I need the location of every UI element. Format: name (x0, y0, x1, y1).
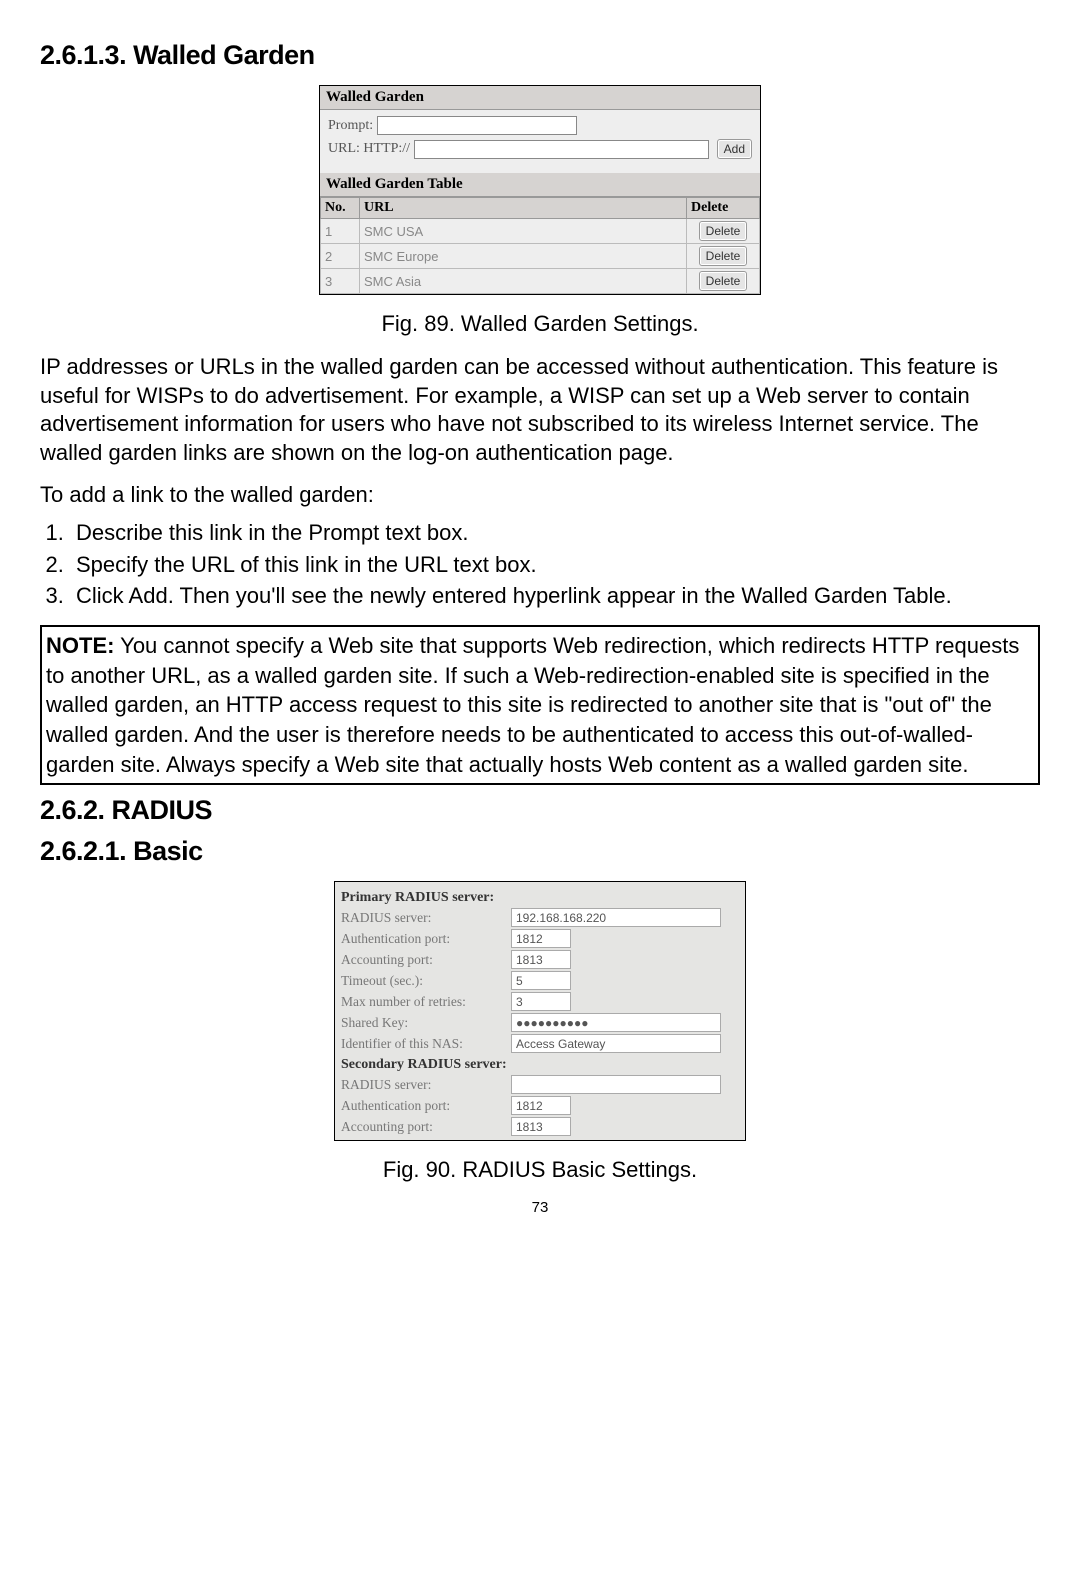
table-row: 2 SMC Europe Delete (321, 244, 760, 269)
input-primary-auth[interactable] (511, 929, 571, 948)
list-item: Click Add. Then you'll see the newly ent… (70, 581, 1040, 611)
cell-no: 1 (321, 219, 360, 244)
cell-no: 2 (321, 244, 360, 269)
secondary-server-header: Secondary RADIUS server: (341, 1057, 739, 1073)
input-primary-key[interactable] (511, 1013, 721, 1032)
note-text: You cannot specify a Web site that suppo… (46, 633, 1019, 777)
list-item: Specify the URL of this link in the URL … (70, 550, 1040, 580)
primary-server-header: Primary RADIUS server: (341, 890, 739, 906)
label-radius-server: RADIUS server: (341, 910, 511, 926)
delete-button[interactable]: Delete (699, 246, 748, 266)
note-label: NOTE: (46, 633, 114, 658)
figure-90-caption: Fig. 90. RADIUS Basic Settings. (40, 1157, 1040, 1183)
table-title: Walled Garden Table (320, 173, 760, 197)
label-auth-port-2: Authentication port: (341, 1098, 511, 1114)
cell-url: SMC Europe (360, 244, 687, 269)
url-input[interactable] (414, 140, 709, 159)
col-delete: Delete (687, 198, 760, 219)
prompt-input[interactable] (377, 116, 577, 135)
note-box: NOTE: You cannot specify a Web site that… (40, 625, 1040, 785)
label-retries: Max number of retries: (341, 994, 511, 1010)
input-primary-acct[interactable] (511, 950, 571, 969)
cell-url: SMC Asia (360, 269, 687, 294)
table-row: 3 SMC Asia Delete (321, 269, 760, 294)
label-acct-port-2: Accounting port: (341, 1119, 511, 1135)
prompt-label: Prompt: (328, 118, 373, 134)
label-timeout: Timeout (sec.): (341, 973, 511, 989)
steps-list: Describe this link in the Prompt text bo… (40, 518, 1040, 611)
input-primary-server[interactable] (511, 908, 721, 927)
figure-89-caption: Fig. 89. Walled Garden Settings. (40, 311, 1040, 337)
delete-button[interactable]: Delete (699, 271, 748, 291)
input-secondary-acct[interactable] (511, 1117, 571, 1136)
input-primary-retries[interactable] (511, 992, 571, 1011)
add-button[interactable]: Add (717, 139, 752, 159)
page-number: 73 (40, 1199, 1040, 1216)
section-heading-radius: 2.6.2. RADIUS (40, 795, 1040, 826)
figure-89-walled-garden-panel: Walled Garden Prompt: URL: HTTP:// Add W… (319, 85, 761, 295)
label-radius-server-2: RADIUS server: (341, 1077, 511, 1093)
col-url: URL (360, 198, 687, 219)
url-label: URL: HTTP:// (328, 141, 410, 157)
section-heading-walled-garden: 2.6.1.3. Walled Garden (40, 40, 1040, 71)
input-secondary-server[interactable] (511, 1075, 721, 1094)
label-auth-port: Authentication port: (341, 931, 511, 947)
section-heading-basic: 2.6.2.1. Basic (40, 836, 1040, 867)
figure-90-radius-panel: Primary RADIUS server: RADIUS server: Au… (334, 881, 746, 1141)
label-nas-id: Identifier of this NAS: (341, 1036, 511, 1052)
cell-no: 3 (321, 269, 360, 294)
cell-url: SMC USA (360, 219, 687, 244)
input-primary-timeout[interactable] (511, 971, 571, 990)
table-row: 1 SMC USA Delete (321, 219, 760, 244)
col-no: No. (321, 198, 360, 219)
label-shared-key: Shared Key: (341, 1015, 511, 1031)
label-acct-port: Accounting port: (341, 952, 511, 968)
input-primary-nasid[interactable] (511, 1034, 721, 1053)
panel-title: Walled Garden (320, 86, 760, 110)
input-secondary-auth[interactable] (511, 1096, 571, 1115)
paragraph-description: IP addresses or URLs in the walled garde… (40, 353, 1040, 467)
list-item: Describe this link in the Prompt text bo… (70, 518, 1040, 548)
delete-button[interactable]: Delete (699, 221, 748, 241)
paragraph-intro-steps: To add a link to the walled garden: (40, 481, 1040, 510)
walled-garden-table: No. URL Delete 1 SMC USA Delete 2 SMC Eu… (320, 197, 760, 294)
